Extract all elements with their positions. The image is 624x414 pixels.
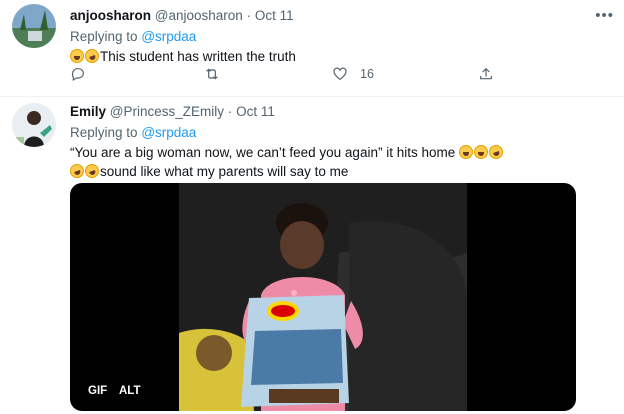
rofl-emoji-icon	[83, 162, 101, 180]
heart-icon	[333, 67, 347, 81]
rofl-emoji-icon	[83, 47, 101, 65]
reply-icon	[71, 68, 84, 82]
separator: ·	[227, 104, 233, 119]
share-icon	[480, 67, 492, 80]
joy-emoji-icon	[474, 145, 488, 159]
separator: ·	[246, 8, 252, 23]
user-handle[interactable]: @anjoosharon	[155, 8, 243, 23]
gif-badge: GIF	[88, 385, 108, 397]
tweet-header: Emily @Princess_ZEmily · Oct 11	[70, 103, 614, 121]
display-name[interactable]: Emily	[70, 104, 106, 119]
reply-button[interactable]	[70, 66, 86, 82]
replying-to-label: Replying to	[70, 125, 138, 140]
retweet-button[interactable]	[204, 66, 220, 82]
share-button[interactable]	[478, 66, 494, 82]
gif-frame	[179, 183, 467, 411]
like-count: 16	[360, 67, 374, 81]
joy-emoji-icon	[70, 49, 84, 63]
replying-to-handle[interactable]: @srpdaa	[141, 125, 196, 140]
tweet-text-line2: sound like what my parents will say to m…	[100, 164, 349, 179]
user-handle[interactable]: @Princess_ZEmily	[110, 104, 224, 119]
retweet-icon	[206, 68, 218, 80]
joy-emoji-icon	[459, 145, 473, 159]
tweet-text: “You are a big woman now, we can’t feed …	[68, 143, 614, 181]
tweet-content: Emily @Princess_ZEmily · Oct 11 Replying…	[68, 103, 614, 181]
gif-thumbnail	[179, 183, 467, 411]
rofl-emoji-icon	[487, 143, 505, 161]
avatar[interactable]	[12, 103, 56, 147]
avatar[interactable]	[12, 4, 56, 48]
tweet-date[interactable]: Oct 11	[236, 104, 275, 119]
tweet-content: anjoosharon @anjoosharon · Oct 11 ••• Re…	[70, 7, 614, 66]
rofl-emoji-icon	[68, 162, 86, 180]
tweet-text-line1: “You are a big woman now, we can’t feed …	[70, 145, 456, 160]
gif-media[interactable]: GIF ALT	[70, 183, 576, 411]
tweet-header: anjoosharon @anjoosharon · Oct 11	[70, 7, 614, 25]
display-name[interactable]: anjoosharon	[70, 8, 151, 23]
replying-to: Replying to @srpdaa	[70, 123, 614, 143]
more-options-icon[interactable]: •••	[595, 7, 614, 24]
like-button[interactable]: 16	[332, 66, 374, 82]
tweet-text-body: This student has written the truth	[100, 49, 296, 64]
alt-text-button[interactable]: ALT	[119, 385, 141, 397]
replying-to: Replying to @srpdaa	[70, 27, 614, 47]
replying-to-label: Replying to	[70, 29, 138, 44]
replying-to-handle[interactable]: @srpdaa	[141, 29, 196, 44]
tweet-date[interactable]: Oct 11	[255, 8, 294, 23]
tweet-actions: 16	[70, 66, 510, 86]
tweet-text: This student has written the truth	[70, 47, 614, 66]
tweet-anjoosharon[interactable]: anjoosharon @anjoosharon · Oct 11 ••• Re…	[0, 0, 624, 97]
tweet-emily[interactable]: Emily @Princess_ZEmily · Oct 11 Replying…	[0, 97, 624, 414]
